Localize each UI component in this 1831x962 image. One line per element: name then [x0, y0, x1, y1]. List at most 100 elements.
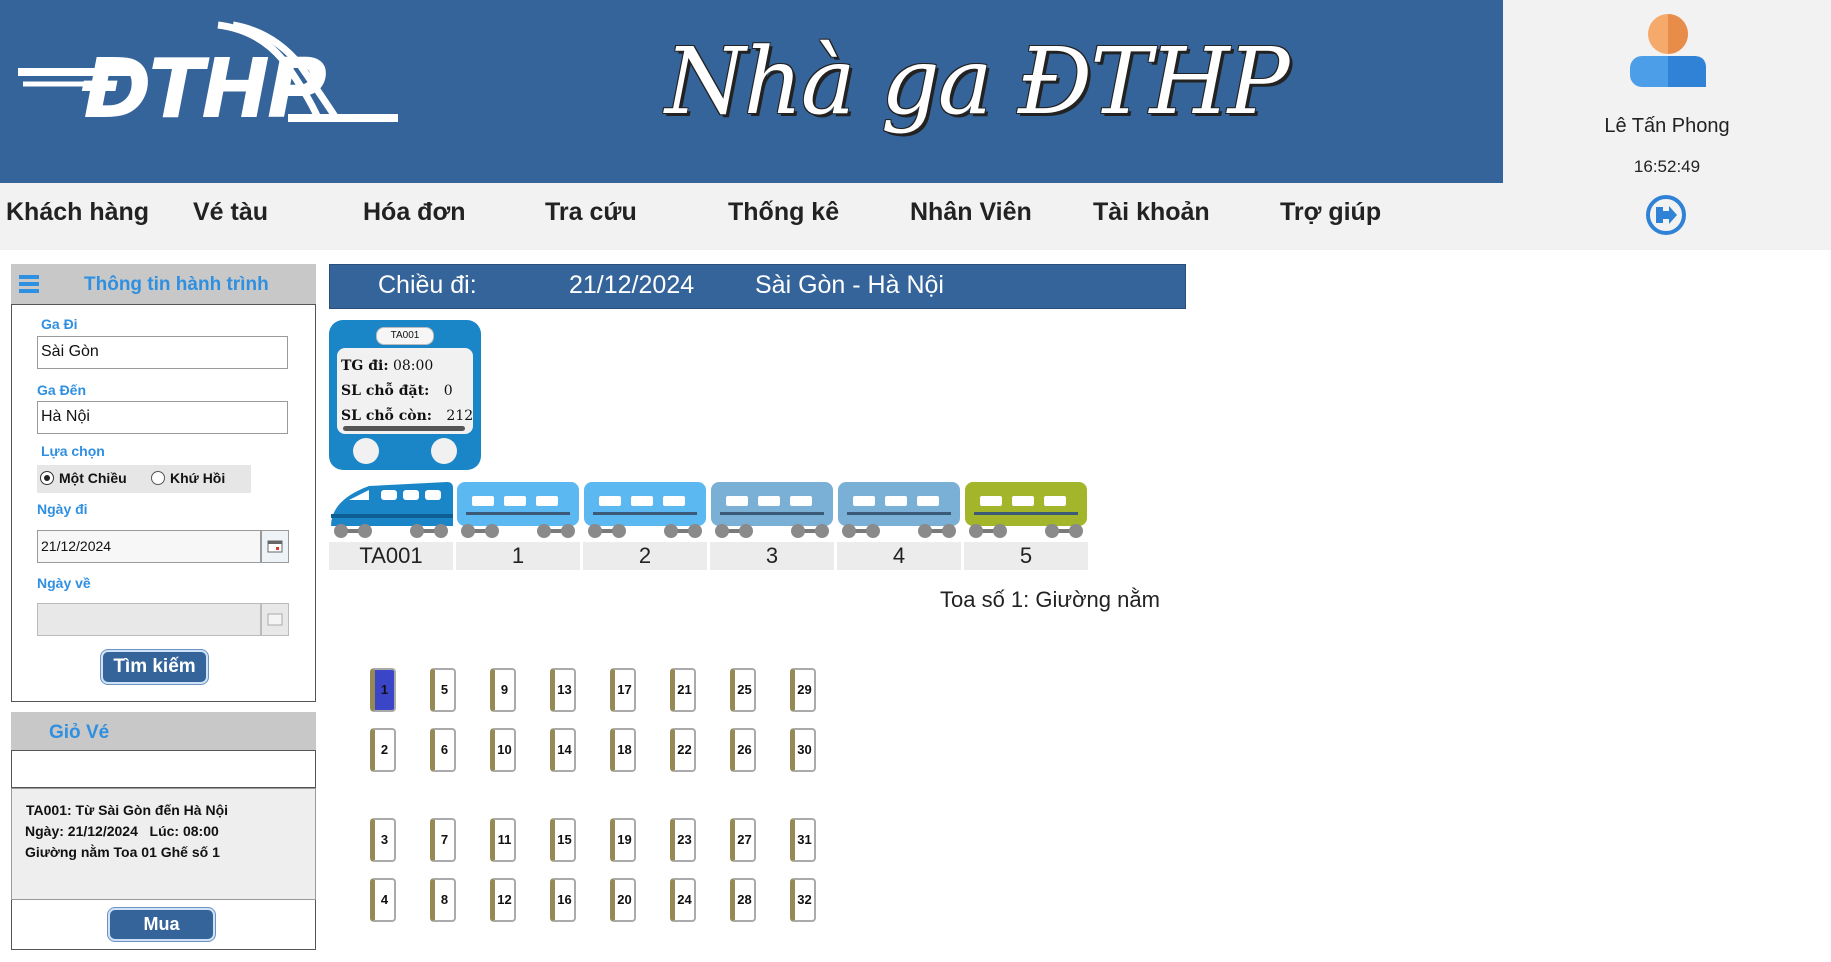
- coach-1[interactable]: 1: [456, 478, 580, 573]
- radio-unchecked-icon: [151, 471, 165, 485]
- train-card-wheel-left: [353, 438, 379, 464]
- coach-label: 1: [456, 542, 580, 570]
- seat-20[interactable]: 20: [610, 878, 636, 922]
- logo-text: ĐTHP: [82, 42, 327, 137]
- seat-2[interactable]: 2: [370, 728, 396, 772]
- page-title: Nhà ga ĐTHP: [665, 28, 1290, 135]
- seat-12[interactable]: 12: [490, 878, 516, 922]
- train-card-code: TA001: [376, 327, 434, 345]
- seat-22[interactable]: 22: [670, 728, 696, 772]
- seat-18[interactable]: 18: [610, 728, 636, 772]
- coach-strip: TA001 1 2 3 4 5: [329, 478, 1093, 573]
- round-trip-label: Khứ Hồi: [170, 470, 226, 486]
- cart-title: Giỏ Vé: [49, 722, 110, 743]
- seat-7[interactable]: 7: [430, 818, 456, 862]
- seat-28[interactable]: 28: [730, 878, 756, 922]
- menu-item-khach-hang[interactable]: Khách hàng: [6, 198, 149, 227]
- seat-21[interactable]: 21: [670, 668, 696, 712]
- depart-time-label: TG đi:: [341, 358, 389, 374]
- seat-15[interactable]: 15: [550, 818, 576, 862]
- coach-label: 4: [837, 542, 961, 570]
- calendar-icon[interactable]: [261, 530, 289, 563]
- seat-5[interactable]: 5: [430, 668, 456, 712]
- cart-item-datetime: Ngày: 21/12/2024 Lúc: 08:00: [25, 823, 219, 839]
- seat-26[interactable]: 26: [730, 728, 756, 772]
- seat-25[interactable]: 25: [730, 668, 756, 712]
- coach-car-icon: [965, 482, 1087, 538]
- depart-date-label: Ngày đi: [37, 501, 88, 517]
- logout-icon[interactable]: [1645, 194, 1687, 236]
- seat-4[interactable]: 4: [370, 878, 396, 922]
- seat-17[interactable]: 17: [610, 668, 636, 712]
- menu-item-tai-khoan[interactable]: Tài khoản: [1093, 198, 1210, 227]
- coach-5[interactable]: 5: [964, 478, 1088, 573]
- coach-3[interactable]: 3: [710, 478, 834, 573]
- return-date-label: Ngày về: [37, 575, 91, 591]
- cart-item-seat: Giường nằm Toa 01 Ghế số 1: [25, 844, 220, 860]
- train-card-progress: [343, 426, 465, 431]
- booked-count-value: 0: [443, 383, 453, 399]
- remaining-count-value: 212: [446, 408, 474, 424]
- one-way-radio[interactable]: Một Chiều: [40, 470, 127, 486]
- coach-label: 5: [964, 542, 1088, 570]
- hamburger-icon[interactable]: [19, 273, 41, 295]
- booked-count-label: SL chỗ đặt:: [341, 383, 430, 399]
- menu-item-ve-tau[interactable]: Vé tàu: [193, 198, 268, 227]
- seat-23[interactable]: 23: [670, 818, 696, 862]
- seat-6[interactable]: 6: [430, 728, 456, 772]
- seat-map: 1 2 3 4 5 6 7 8 9 10 11 12 13 14 15 16 17 18 19 20 21 22 23 24 2…: [370, 668, 830, 938]
- to-label: Ga Đến: [37, 382, 87, 398]
- seat-10[interactable]: 10: [490, 728, 516, 772]
- from-label: Ga Đi: [41, 316, 78, 332]
- buy-button[interactable]: Mua: [110, 910, 213, 939]
- seat-9[interactable]: 9: [490, 668, 516, 712]
- user-name: Lê Tấn Phong: [1604, 115, 1730, 137]
- coach-caption: Toa số 1: Giường nằm: [940, 587, 1160, 612]
- round-trip-radio[interactable]: Khứ Hồi: [151, 470, 225, 486]
- clock: 16:52:49: [1633, 157, 1701, 176]
- calendar-disabled-icon[interactable]: [261, 603, 289, 636]
- menu-item-tra-cuu[interactable]: Tra cứu: [545, 198, 637, 227]
- search-button[interactable]: Tìm kiếm: [103, 652, 206, 682]
- direction-date: 21/12/2024: [569, 271, 695, 299]
- seat-14[interactable]: 14: [550, 728, 576, 772]
- to-station-input[interactable]: Hà Nội: [37, 401, 288, 434]
- seat-31[interactable]: 31: [790, 818, 816, 862]
- remaining-count-label: SL chỗ còn:: [341, 408, 432, 424]
- cart-item-route: TA001: Từ Sài Gòn đến Hà Nội: [26, 802, 229, 818]
- seat-16[interactable]: 16: [550, 878, 576, 922]
- seat-29[interactable]: 29: [790, 668, 816, 712]
- seat-13[interactable]: 13: [550, 668, 576, 712]
- user-avatar-icon: [1628, 12, 1708, 87]
- train-card[interactable]: TA001 TG đi: 08:00 SL chỗ đặt: 0 SL chỗ …: [329, 320, 481, 470]
- seat-32[interactable]: 32: [790, 878, 816, 922]
- menu-item-hoa-don[interactable]: Hóa đơn: [363, 198, 466, 227]
- menu-item-tro-giup[interactable]: Trợ giúp: [1280, 198, 1381, 227]
- seat-19[interactable]: 19: [610, 818, 636, 862]
- from-station-input[interactable]: Sài Gòn: [37, 336, 288, 369]
- cart-search-field[interactable]: [11, 750, 316, 788]
- menu-item-thong-ke[interactable]: Thống kê: [728, 198, 839, 227]
- depart-time-value: 08:00: [392, 358, 434, 374]
- seat-24[interactable]: 24: [670, 878, 696, 922]
- coach-4[interactable]: 4: [837, 478, 961, 573]
- direction-route: Sài Gòn - Hà Nội: [755, 271, 944, 299]
- seat-11[interactable]: 11: [490, 818, 516, 862]
- return-date-input[interactable]: [37, 603, 261, 636]
- coach-label: 2: [583, 542, 707, 570]
- seat-30[interactable]: 30: [790, 728, 816, 772]
- menu-item-nhan-vien[interactable]: Nhân Viên: [910, 198, 1032, 227]
- seat-27[interactable]: 27: [730, 818, 756, 862]
- coach-label: TA001: [329, 542, 453, 570]
- coach-2[interactable]: 2: [583, 478, 707, 573]
- depart-date-input[interactable]: 21/12/2024: [37, 530, 261, 563]
- seat-1[interactable]: 1: [370, 668, 396, 712]
- coach-label: 3: [710, 542, 834, 570]
- option-label: Lựa chọn: [41, 443, 105, 459]
- coach-car-icon: [584, 482, 706, 538]
- coach-locomotive[interactable]: TA001: [329, 478, 453, 573]
- seat-8[interactable]: 8: [430, 878, 456, 922]
- seat-3[interactable]: 3: [370, 818, 396, 862]
- coach-car-icon: [838, 482, 960, 538]
- coach-car-icon: [711, 482, 833, 538]
